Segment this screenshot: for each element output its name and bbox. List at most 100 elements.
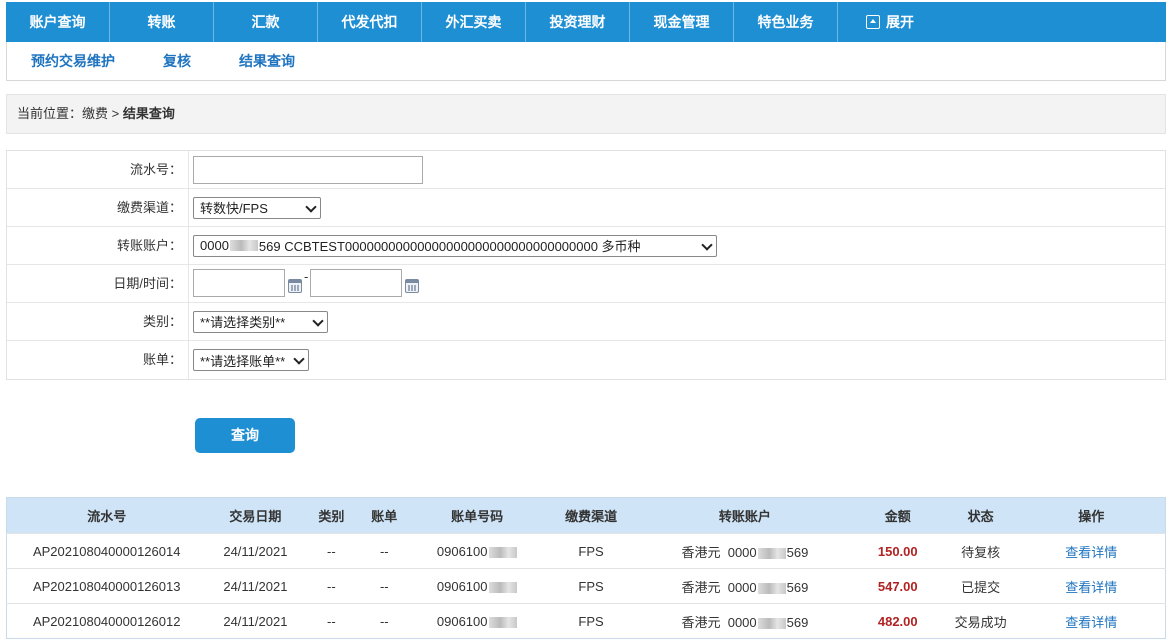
serial-label: 流水号：	[7, 151, 189, 188]
header-bill: 账单	[358, 497, 411, 534]
query-button[interactable]: 查询	[195, 418, 295, 453]
cell-status: 交易成功	[943, 603, 1018, 639]
account-currency: 香港元	[681, 544, 721, 560]
breadcrumb: 当前位置：缴费 > 结果查询	[6, 94, 1166, 134]
results-table: 流水号 交易日期 类别 账单 账单号码 缴费渠道 转账账户 金额 状态 操作 A…	[6, 497, 1166, 639]
table-row: AP202108040000126013 24/11/2021 -- -- 09…	[6, 568, 1166, 604]
form-row-date: 日期/时间： -	[7, 265, 1165, 303]
serial-input[interactable]	[193, 155, 423, 184]
header-serial: 流水号	[6, 497, 207, 534]
masked-digits	[488, 546, 517, 558]
nav-remittance[interactable]: 汇款	[214, 2, 318, 42]
cell-account: 香港元 0000 569	[638, 533, 852, 569]
cell-amount: 547.00	[851, 568, 944, 604]
account-select[interactable]: 0000 569 CCBTEST000000000000000000000000…	[193, 234, 717, 257]
cell-date: 24/11/2021	[206, 603, 305, 639]
channel-select-value: 转数快/FPS	[200, 201, 268, 216]
cell-bill-number: 0906100	[410, 533, 545, 569]
nav-account-query[interactable]: 账户查询	[6, 2, 110, 42]
cell-status: 待复核	[943, 533, 1018, 569]
cell-amount: 482.00	[851, 603, 944, 639]
view-details-link[interactable]: 查看详情	[1017, 568, 1166, 604]
account-suffix: 569	[786, 579, 809, 595]
account-suffix: 569	[786, 614, 809, 630]
nav-expand-button[interactable]: 展开	[838, 2, 942, 42]
cell-channel: FPS	[544, 603, 639, 639]
date-to-input[interactable]	[310, 269, 403, 297]
masked-digits	[757, 617, 786, 629]
top-navigation: 账户查询 转账 汇款 代发代扣 外汇买卖 投资理财 现金管理 特色业务 展开	[6, 2, 1166, 42]
cell-serial: AP202108040000126013	[6, 568, 207, 604]
header-bill-number: 账单号码	[410, 497, 545, 534]
account-prefix: 0000	[200, 238, 229, 253]
category-select[interactable]: **请选择类别**	[193, 310, 328, 333]
cell-serial: AP202108040000126014	[6, 533, 207, 569]
date-from-input[interactable]	[193, 269, 285, 297]
account-prefix: 0000	[727, 614, 757, 630]
account-label: 转账账户：	[7, 227, 189, 264]
cell-amount: 150.00	[851, 533, 944, 569]
masked-digits	[488, 581, 517, 593]
expand-icon	[866, 15, 880, 29]
cell-status: 已提交	[943, 568, 1018, 604]
chevron-down-icon	[701, 238, 713, 251]
cell-bill: --	[358, 603, 411, 639]
bill-select[interactable]: **请选择账单**	[193, 349, 309, 371]
search-form: 流水号： 缴费渠道： 转数快/FPS 转账账户： 0000 569 CCBTES…	[6, 150, 1166, 380]
cell-bill-number: 0906100	[410, 603, 545, 639]
form-row-account: 转账账户： 0000 569 CCBTEST000000000000000000…	[7, 227, 1165, 265]
subnav-review[interactable]: 复核	[163, 51, 191, 71]
category-select-value: **请选择类别**	[200, 315, 286, 330]
bill-number-prefix: 0906100	[436, 613, 488, 629]
view-details-link[interactable]: 查看详情	[1017, 603, 1166, 639]
nav-payroll-collection[interactable]: 代发代扣	[318, 2, 422, 42]
nav-special-services[interactable]: 特色业务	[734, 2, 838, 42]
channel-label: 缴费渠道：	[7, 189, 189, 226]
cell-account: 香港元 0000 569	[638, 603, 852, 639]
header-action: 操作	[1017, 497, 1166, 534]
cell-date: 24/11/2021	[206, 568, 305, 604]
masked-digits	[488, 616, 517, 628]
date-label: 日期/时间：	[7, 265, 189, 302]
account-prefix: 0000	[727, 544, 757, 560]
header-account: 转账账户	[638, 497, 852, 534]
table-row: AP202108040000126014 24/11/2021 -- -- 09…	[6, 533, 1166, 569]
category-label: 类别：	[7, 303, 189, 340]
chevron-down-icon	[293, 353, 305, 365]
masked-digits	[757, 582, 786, 594]
header-category: 类别	[304, 497, 359, 534]
cell-serial: AP202108040000126012	[6, 603, 207, 639]
form-row-category: 类别： **请选择类别**	[7, 303, 1165, 341]
bill-label: 账单：	[7, 341, 189, 379]
table-header-row: 流水号 交易日期 类别 账单 账单号码 缴费渠道 转账账户 金额 状态 操作	[6, 497, 1166, 534]
view-details-link[interactable]: 查看详情	[1017, 533, 1166, 569]
masked-digits	[229, 240, 258, 251]
date-separator: -	[304, 269, 309, 284]
form-row-serial: 流水号：	[7, 151, 1165, 189]
nav-investment[interactable]: 投资理财	[526, 2, 630, 42]
cell-channel: FPS	[544, 568, 639, 604]
cell-account: 香港元 0000 569	[638, 568, 852, 604]
chevron-down-icon	[305, 200, 317, 213]
cell-channel: FPS	[544, 533, 639, 569]
form-row-channel: 缴费渠道： 转数快/FPS	[7, 189, 1165, 227]
expand-label: 展开	[886, 14, 914, 30]
channel-select[interactable]: 转数快/FPS	[193, 196, 321, 219]
nav-forex[interactable]: 外汇买卖	[422, 2, 526, 42]
header-amount: 金额	[851, 497, 944, 534]
subnav-result-query[interactable]: 结果查询	[239, 51, 295, 71]
calendar-icon[interactable]	[288, 279, 302, 293]
masked-digits	[757, 547, 786, 559]
cell-bill: --	[358, 533, 411, 569]
calendar-icon[interactable]	[405, 279, 420, 293]
cell-date: 24/11/2021	[206, 533, 305, 569]
cell-category: --	[304, 568, 359, 604]
header-channel: 缴费渠道	[544, 497, 639, 534]
bill-select-value: **请选择账单**	[200, 353, 286, 369]
subnav-scheduled-maintenance[interactable]: 预约交易维护	[31, 51, 115, 71]
nav-transfer[interactable]: 转账	[110, 2, 214, 42]
account-currency: 香港元	[681, 579, 721, 595]
nav-cash-management[interactable]: 现金管理	[630, 2, 734, 42]
table-row: AP202108040000126012 24/11/2021 -- -- 09…	[6, 603, 1166, 639]
cell-category: --	[304, 603, 359, 639]
